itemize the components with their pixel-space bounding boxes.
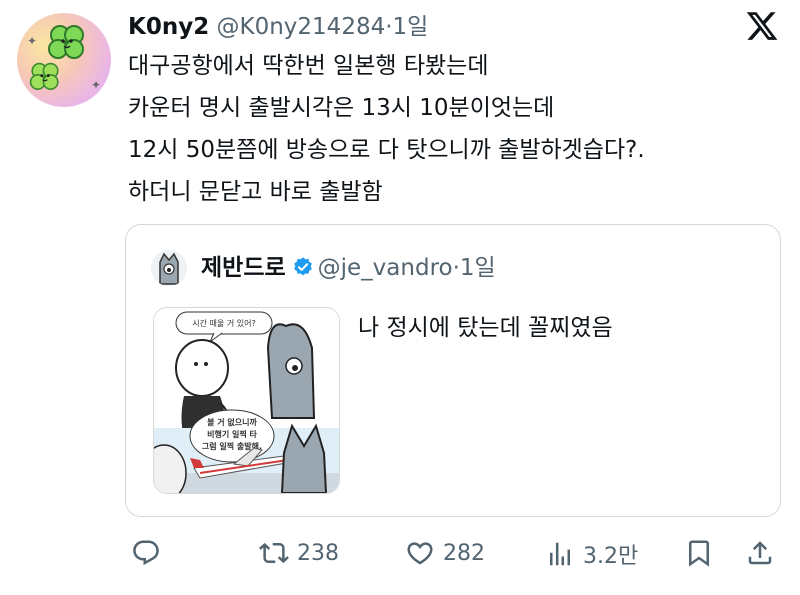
quoted-author-handle[interactable]: @je_vandro	[318, 255, 453, 281]
bookmark-button[interactable]	[684, 538, 714, 568]
cat-avatar-icon	[151, 250, 187, 286]
clover-icon	[29, 62, 59, 90]
like-count: 282	[443, 540, 485, 566]
retweet-button[interactable]: 238	[259, 538, 339, 568]
author-handle[interactable]: @K0ny214284	[217, 14, 386, 40]
tweet-line: 하더니 문닫고 바로 출발함	[128, 179, 383, 205]
like-button[interactable]: 282	[405, 538, 485, 568]
clover-icon	[48, 25, 84, 59]
bookmark-icon	[689, 540, 709, 567]
quoted-tweet-image[interactable]: 시간 때울 거 있어? 볼 거 없으니까 비행기 일찍 타 그럼 일찍 출발해.	[153, 307, 340, 494]
comic-speech-text: 비행기 일찍 타	[207, 429, 257, 439]
x-logo-icon[interactable]	[745, 9, 779, 43]
tweet-header: K0ny2 @K0ny214284·1일	[128, 10, 428, 44]
quoted-author-display-name[interactable]: 제반드로	[201, 255, 286, 281]
quoted-tweet-card[interactable]: 제반드로 @je_vandro·1일 시간 때울 거 있어? 볼 거 없으니까 …	[125, 224, 781, 517]
comic-speech-text: 시간 때울 거 있어?	[192, 318, 255, 328]
reply-button[interactable]	[131, 538, 161, 568]
share-button[interactable]	[745, 538, 775, 568]
tweet-line: 12시 50분쯤에 방송으로 다 탓으니까 출발하겟습다?.	[128, 137, 645, 163]
heart-icon	[407, 542, 433, 565]
separator-dot: ·	[452, 255, 460, 281]
tweet-timestamp[interactable]: 1일	[393, 14, 429, 40]
verified-badge-icon	[293, 257, 312, 276]
share-icon	[748, 541, 772, 565]
quoted-tweet-text: 나 정시에 탔는데 꼴찌였음	[358, 315, 613, 341]
quoted-tweet-header: 제반드로 @je_vandro·1일	[201, 249, 496, 287]
author-avatar[interactable]: ✦ ✦	[17, 13, 111, 107]
views-icon	[550, 542, 570, 566]
tweet-action-bar: 238 282 3.2만	[0, 530, 800, 580]
comic-illustration: 시간 때울 거 있어? 볼 거 없으니까 비행기 일찍 타 그럼 일찍 출발해.	[154, 308, 339, 493]
quoted-tweet-timestamp[interactable]: 1일	[460, 255, 496, 281]
sparkle-icon: ✦	[27, 34, 38, 48]
retweet-count: 238	[297, 540, 339, 566]
views-count: 3.2만	[583, 544, 639, 569]
separator-dot: ·	[385, 14, 393, 40]
reply-icon	[133, 540, 159, 566]
views-button[interactable]: 3.2만	[545, 538, 638, 570]
tweet-line: 카운터 명시 출발시각은 13시 10분이엇는데	[128, 95, 555, 121]
comic-speech-text: 볼 거 없으니까	[207, 417, 257, 427]
retweet-icon	[259, 542, 289, 564]
quoted-author-avatar[interactable]	[151, 250, 187, 286]
author-display-name[interactable]: K0ny2	[128, 14, 209, 40]
tweet-body: 대구공항에서 딱한번 일본행 타봤는데 카운터 명시 출발시각은 13시 10분…	[128, 45, 645, 213]
tweet-line: 대구공항에서 딱한번 일본행 타봤는데	[128, 53, 489, 79]
sparkle-icon: ✦	[91, 78, 102, 92]
